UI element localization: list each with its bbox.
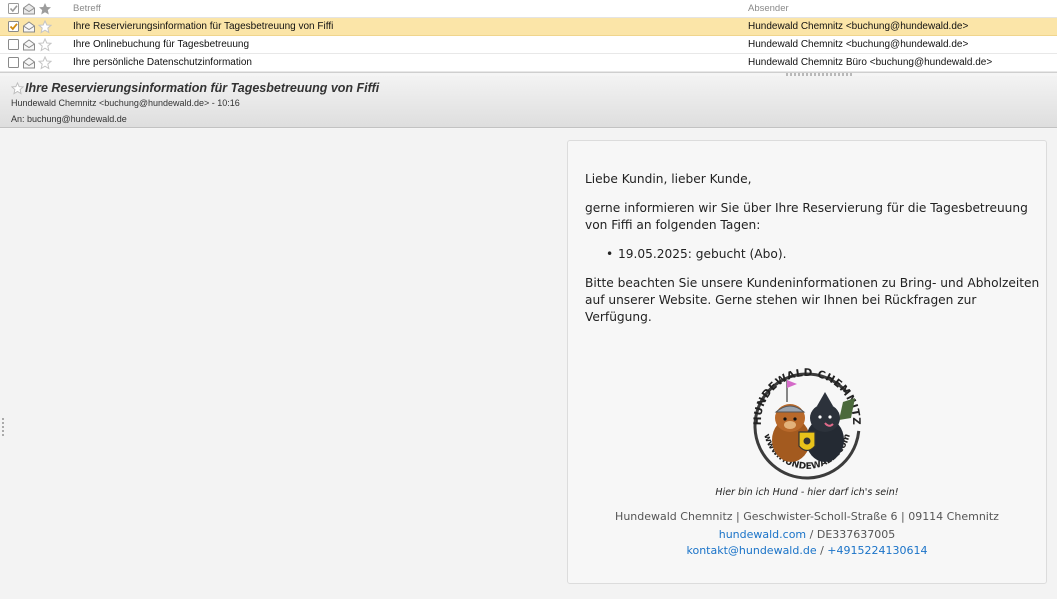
preview-from: Hundewald Chemnitz <buchung@hundewald.de… bbox=[11, 98, 240, 108]
phone-link[interactable]: +4915224130614 bbox=[827, 544, 927, 557]
footer-address: Hundewald Chemnitz | Geschwister-Scholl-… bbox=[615, 510, 999, 523]
message-sender: Hundewald Chemnitz Büro <buchung@hundewa… bbox=[748, 57, 993, 68]
sidebar-resize-grip[interactable] bbox=[2, 418, 4, 438]
email-link[interactable]: kontakt@hundewald.de bbox=[686, 544, 816, 557]
star-outline-icon[interactable] bbox=[38, 20, 52, 34]
star-outline-icon[interactable] bbox=[38, 38, 52, 52]
checkbox-icon[interactable] bbox=[7, 56, 21, 70]
vat-id: DE337637005 bbox=[816, 528, 896, 541]
message-subject: Ihre Onlinebuchung für Tagesbetreuung bbox=[73, 39, 250, 50]
separator: / bbox=[806, 528, 817, 541]
checkbox-icon[interactable] bbox=[7, 38, 21, 52]
message-list: Betreff Absender Ihre Reservierungsinfor… bbox=[0, 0, 1057, 73]
message-row[interactable]: Ihre Onlinebuchung für Tagesbetreuung Hu… bbox=[0, 36, 1057, 54]
hundewald-logo: HUNDEWALD CHEMNITZ www.HUNDEWALD.com bbox=[752, 367, 862, 480]
booking-text: 19.05.2025: gebucht (Abo). bbox=[618, 247, 787, 261]
star-outline-icon[interactable] bbox=[11, 82, 24, 95]
message-sender: Hundewald Chemnitz <buchung@hundewald.de… bbox=[748, 21, 969, 32]
message-row[interactable]: Ihre Reservierungsinformation für Tagesb… bbox=[0, 18, 1057, 36]
flag-star-icon[interactable] bbox=[38, 2, 52, 16]
bullet-icon: • bbox=[606, 247, 614, 261]
message-subject: Ihre persönliche Datenschutzinformation bbox=[73, 57, 252, 68]
column-sender[interactable]: Absender bbox=[748, 0, 1048, 18]
mail-intro: gerne informieren wir Sie über Ihre Rese… bbox=[585, 201, 1028, 232]
read-status-envelope-icon[interactable] bbox=[22, 2, 36, 16]
mail-notice: Bitte beachten Sie unsere Kundeninformat… bbox=[585, 276, 1040, 324]
separator: / bbox=[816, 544, 828, 557]
envelope-open-icon bbox=[23, 57, 35, 69]
message-row[interactable]: Ihre persönliche Datenschutzinformation … bbox=[0, 54, 1057, 72]
envelope-open-icon bbox=[23, 39, 35, 51]
website-link[interactable]: hundewald.com bbox=[719, 528, 806, 541]
list-header: Betreff Absender bbox=[0, 0, 1057, 18]
checked-checkbox-icon[interactable] bbox=[7, 20, 21, 34]
preview-subject: Ihre Reservierungsinformation für Tagesb… bbox=[25, 81, 380, 95]
column-subject[interactable]: Betreff bbox=[73, 0, 733, 18]
footer-web-line: hundewald.com / DE337637005 bbox=[567, 528, 1047, 541]
mail-client: Betreff Absender Ihre Reservierungsinfor… bbox=[0, 0, 1057, 599]
slogan: Hier bin ich Hund - hier darf ich's sein… bbox=[715, 487, 899, 498]
message-subject: Ihre Reservierungsinformation für Tagesb… bbox=[73, 21, 334, 32]
message-sender: Hundewald Chemnitz <buchung@hundewald.de… bbox=[748, 39, 969, 50]
envelope-open-icon bbox=[23, 21, 35, 33]
mail-greeting: Liebe Kundin, lieber Kunde, bbox=[585, 172, 752, 186]
star-outline-icon[interactable] bbox=[38, 56, 52, 70]
footer-contact-line: kontakt@hundewald.de / +4915224130614 bbox=[567, 544, 1047, 557]
preview-to: An: buchung@hundewald.de bbox=[11, 114, 127, 124]
select-all-checkbox-icon[interactable] bbox=[7, 2, 21, 16]
